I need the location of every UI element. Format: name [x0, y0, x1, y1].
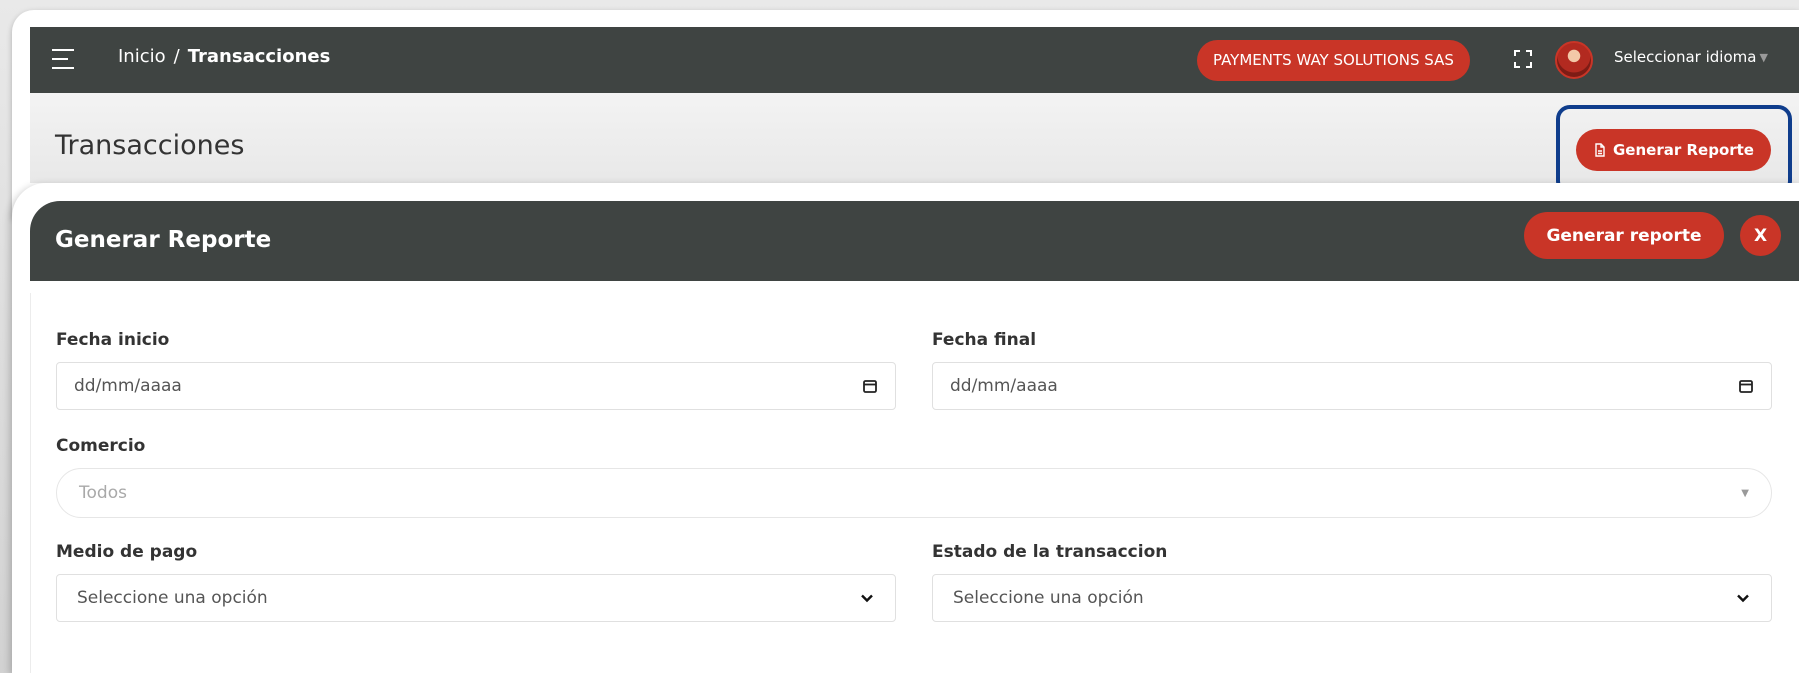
page-title: Transacciones	[55, 130, 245, 161]
calendar-icon[interactable]	[1738, 378, 1754, 394]
start-date-label: Fecha inicio	[56, 330, 170, 350]
language-select[interactable]: Seleccionar idioma ▼	[1614, 48, 1768, 66]
generate-report-modal: Generar Reporte Generar reporte X Fecha …	[12, 183, 1799, 673]
close-button[interactable]: X	[1740, 215, 1781, 256]
transaction-status-label: Estado de la transaccion	[932, 542, 1168, 562]
transaction-status-value: Seleccione una opción	[953, 588, 1144, 608]
breadcrumb-separator: /	[173, 46, 180, 67]
end-date-label: Fecha final	[932, 330, 1037, 350]
expand-icon[interactable]	[1513, 49, 1533, 69]
breadcrumb-home-link[interactable]: Inicio	[118, 46, 166, 67]
end-date-input[interactable]: dd/mm/aaaa	[932, 362, 1772, 410]
end-date-placeholder: dd/mm/aaaa	[950, 376, 1058, 396]
payment-method-label: Medio de pago	[56, 542, 198, 562]
merchant-select-value: Todos	[79, 483, 127, 503]
language-select-label: Seleccionar idioma	[1614, 48, 1757, 66]
modal-generate-report-button[interactable]: Generar reporte	[1524, 212, 1724, 259]
company-badge[interactable]: PAYMENTS WAY SOLUTIONS SAS	[1197, 40, 1470, 81]
generate-report-label: Generar Reporte	[1613, 141, 1754, 159]
payment-method-select[interactable]: Seleccione una opción	[56, 574, 896, 622]
chevron-down-icon	[1737, 594, 1749, 603]
transaction-status-select[interactable]: Seleccione una opción	[932, 574, 1772, 622]
page-header: Transacciones	[30, 93, 1799, 183]
caret-down-icon: ▼	[1759, 50, 1768, 64]
payment-method-value: Seleccione una opción	[77, 588, 268, 608]
modal-body: Fecha inicio dd/mm/aaaa Fecha final dd/m…	[30, 293, 1799, 673]
document-icon	[1595, 143, 1605, 157]
caret-down-icon: ▼	[1741, 487, 1749, 499]
start-date-placeholder: dd/mm/aaaa	[74, 376, 182, 396]
breadcrumb-current: Transacciones	[187, 46, 331, 67]
calendar-icon[interactable]	[862, 378, 878, 394]
start-date-input[interactable]: dd/mm/aaaa	[56, 362, 896, 410]
generate-report-button[interactable]: Generar Reporte	[1576, 129, 1771, 171]
modal-header: Generar Reporte Generar reporte X	[30, 201, 1799, 281]
breadcrumb: Inicio / Transacciones	[118, 46, 330, 67]
modal-title: Generar Reporte	[55, 227, 272, 253]
merchant-label: Comercio	[56, 436, 146, 456]
hamburger-icon[interactable]	[52, 49, 78, 71]
merchant-select[interactable]: Todos ▼	[56, 468, 1772, 518]
chevron-down-icon	[861, 594, 873, 603]
top-navbar: Inicio / Transacciones PAYMENTS WAY SOLU…	[30, 27, 1799, 93]
avatar[interactable]	[1555, 41, 1593, 79]
